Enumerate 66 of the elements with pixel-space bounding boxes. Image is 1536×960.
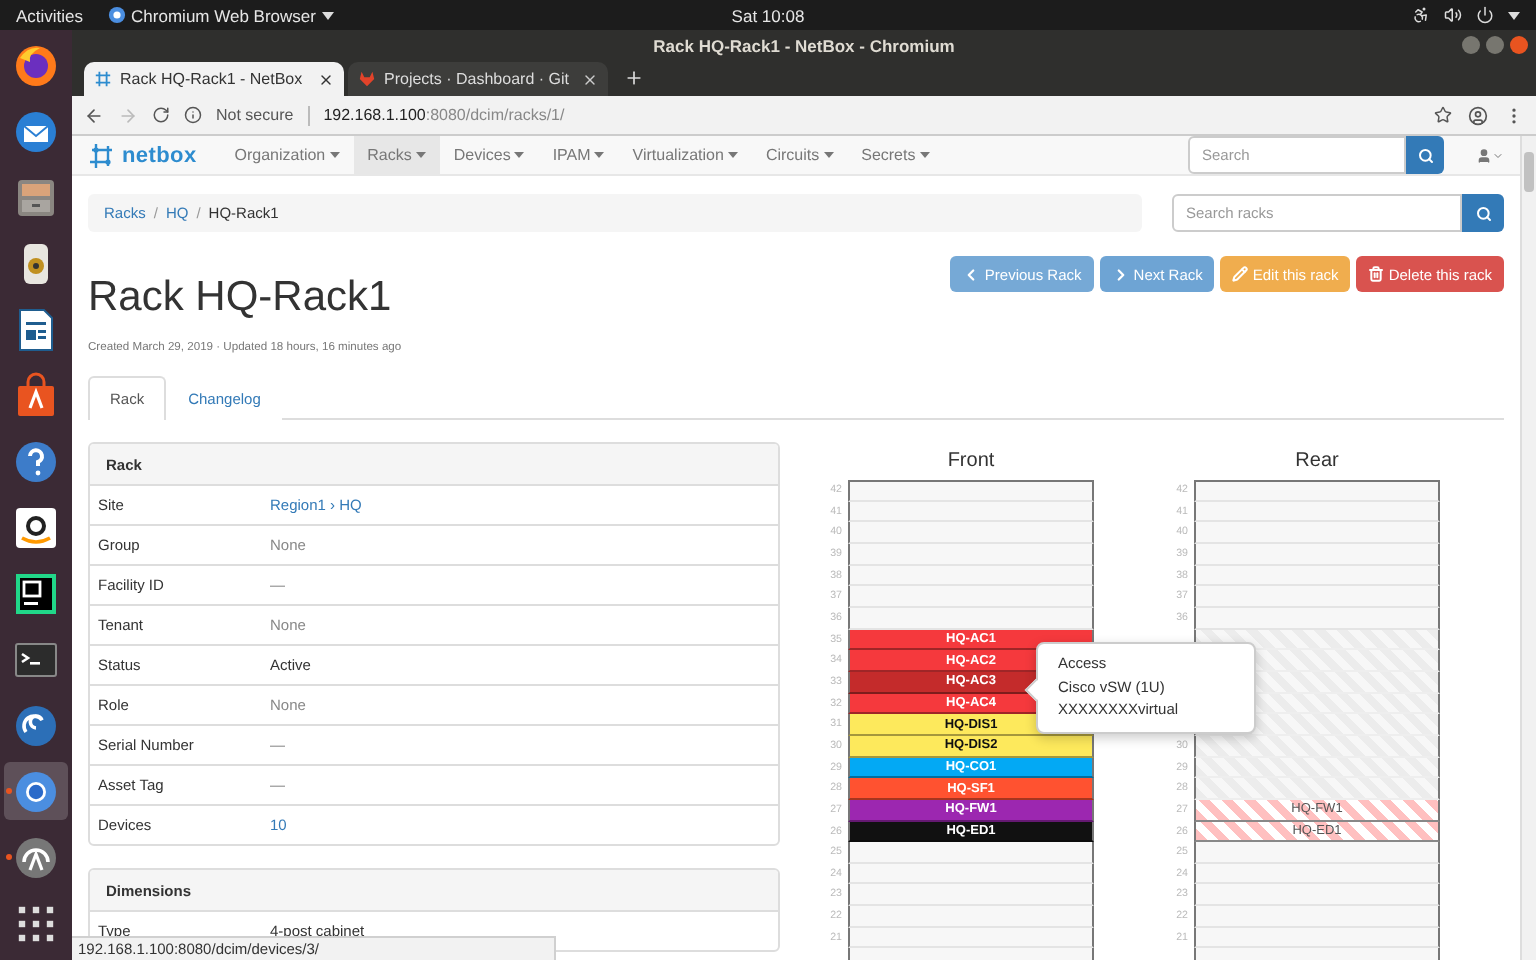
caret-icon: [727, 152, 738, 158]
network-logo-icon: [88, 141, 116, 169]
search-button[interactable]: [1406, 136, 1444, 174]
security-label[interactable]: Not secure: [216, 106, 294, 124]
update-icon[interactable]: [12, 833, 60, 881]
caret-icon[interactable]: [1508, 11, 1520, 19]
close-icon[interactable]: [318, 71, 334, 87]
power-icon[interactable]: [1476, 6, 1494, 24]
caret-icon: [321, 11, 334, 19]
trash-icon: [1368, 266, 1385, 282]
app-menu[interactable]: Chromium Web Browser: [131, 5, 316, 25]
elevation-title: Front: [945, 450, 997, 472]
browser-circle-icon: [107, 6, 126, 24]
running-indicator: [6, 854, 12, 860]
window-title: Rack HQ-Rack1 - NetBox - Chromium: [653, 35, 955, 55]
shopping-bag-icon[interactable]: [12, 371, 60, 419]
minimize-button[interactable]: [1462, 36, 1480, 54]
reload-icon[interactable]: [152, 106, 170, 124]
browser-tab[interactable]: Projects · Dashboard · Git: [348, 62, 608, 96]
page-title: Rack HQ-Rack1: [88, 274, 394, 322]
mail-icon[interactable]: [12, 107, 60, 155]
back-icon[interactable]: [84, 105, 104, 125]
running-indicator: [6, 788, 12, 794]
fox-head-icon: [358, 70, 376, 88]
help-icon[interactable]: [12, 437, 60, 485]
browser-circle-icon[interactable]: [12, 767, 60, 815]
maximize-button[interactable]: [1486, 36, 1504, 54]
caret-icon: [594, 152, 605, 158]
nav-menu-item[interactable]: Circuits: [751, 136, 848, 174]
ide-icon[interactable]: [12, 569, 60, 617]
caret-icon: [1492, 149, 1504, 161]
user-icon: [1476, 147, 1492, 163]
new-tab-icon[interactable]: [624, 68, 644, 88]
nav-menu-item[interactable]: Racks: [353, 136, 440, 174]
swirl-icon[interactable]: [12, 701, 60, 749]
elevation-title: Rear: [1293, 450, 1341, 472]
user-menu[interactable]: [1476, 147, 1504, 163]
browser-tab[interactable]: Rack HQ-Rack1 - NetBox: [84, 62, 344, 96]
bookmark-star-icon[interactable]: [1434, 106, 1452, 124]
nav-menu-item[interactable]: Devices: [439, 136, 539, 174]
caret-icon: [329, 152, 340, 158]
scrollbar[interactable]: [1520, 136, 1536, 960]
url-text[interactable]: 192.168.1.100:8080/dcim/racks/1/: [323, 106, 565, 124]
clock[interactable]: Sat 10:08: [731, 5, 805, 25]
pencil-icon: [1232, 266, 1249, 282]
dock-item[interactable]: [4, 762, 68, 820]
caret-icon: [415, 152, 426, 158]
caret-icon: [514, 152, 525, 158]
network-icon: [94, 70, 112, 88]
nav-menu-item[interactable]: IPAM: [538, 136, 619, 174]
globe-icon[interactable]: [12, 41, 60, 89]
nav-menu-item[interactable]: Organization: [220, 136, 354, 174]
activities-button[interactable]: Activities: [16, 5, 84, 25]
nav-menu-item[interactable]: Virtualization: [618, 136, 752, 174]
close-button[interactable]: [1510, 36, 1528, 54]
volume-icon[interactable]: [1444, 6, 1462, 24]
nav-menu-item[interactable]: Secrets: [847, 136, 944, 174]
search-icon: [1475, 205, 1491, 221]
search-icon: [1417, 147, 1433, 163]
search-button[interactable]: [1462, 194, 1504, 232]
profile-icon[interactable]: [1468, 105, 1488, 125]
accessibility-icon[interactable]: [1412, 6, 1430, 24]
info-icon[interactable]: [184, 106, 202, 124]
caret-icon: [823, 152, 834, 158]
brand-name[interactable]: netbox: [122, 143, 197, 167]
caret-icon: [919, 152, 930, 158]
